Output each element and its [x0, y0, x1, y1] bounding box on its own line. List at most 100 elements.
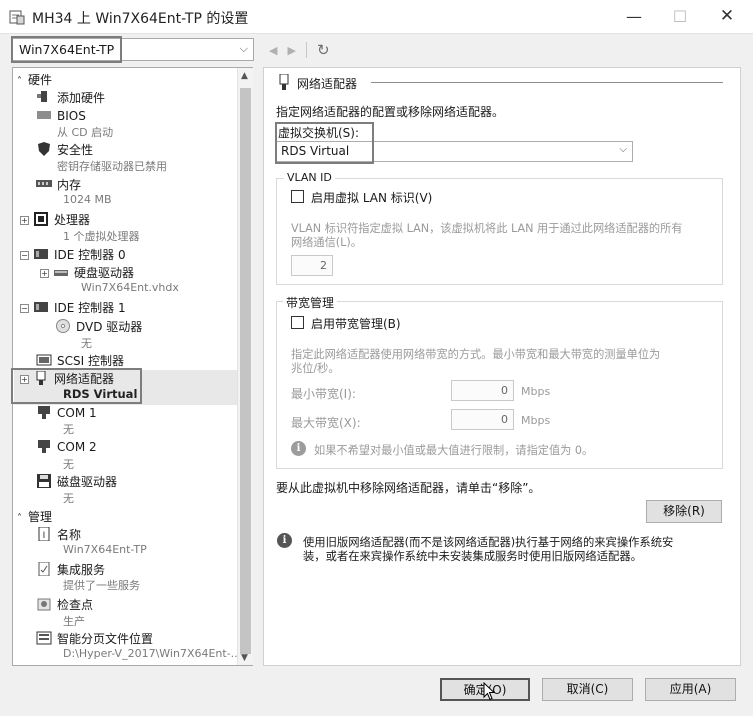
com-port-icon [38, 406, 50, 419]
tree-item-dvd-drive[interactable]: DVD 驱动器 [55, 318, 252, 335]
vlan-help-text-2: 网络通信(L)。 [291, 236, 362, 249]
tree-item-sub: 1 个虚拟处理器 [63, 230, 140, 243]
tree-item-label: 内存 [57, 178, 82, 192]
scroll-down-arrow-icon[interactable]: ▼ [241, 653, 248, 663]
scrollbar-thumb[interactable] [240, 88, 251, 654]
min-bandwidth-label: 最小带宽(I): [291, 387, 356, 401]
remove-button[interactable]: 移除(R) [646, 500, 722, 523]
close-button[interactable]: ✕ [704, 0, 750, 32]
maximize-button[interactable]: ☐ [657, 0, 703, 32]
title-bar: MH34 上 Win7X64Ent-TP 的设置 — ☐ ✕ [0, 0, 753, 34]
tree-item-bios[interactable]: BIOS [36, 108, 252, 123]
apply-button[interactable]: 应用(A) [645, 678, 736, 701]
tree-item-sub: 无 [63, 458, 74, 471]
back-arrow-icon[interactable]: ◀ [269, 44, 277, 57]
tree-item-sub: 1024 MB [63, 193, 112, 206]
refresh-icon[interactable]: ↻ [317, 41, 330, 59]
tree-item-name[interactable]: I 名称 [36, 526, 252, 543]
tree-item-memory[interactable]: 内存 [36, 176, 252, 193]
collapse-icon[interactable]: − [20, 251, 29, 260]
tree-item-checkpoints[interactable]: 检查点 [36, 596, 252, 613]
tree-item-label: IDE 控制器 1 [54, 301, 126, 315]
tree-item-ide-controller-1[interactable]: − IDE 控制器 1 [20, 299, 245, 316]
tree-item-sub: 无 [81, 337, 92, 350]
network-adapter-highlight-frame [11, 368, 142, 404]
tree-section-label: 硬件 [28, 73, 53, 87]
collapse-icon[interactable]: − [20, 304, 29, 313]
tree-item-label: COM 2 [57, 440, 97, 454]
tree-item-ide-controller-0[interactable]: − IDE 控制器 0 [20, 246, 245, 263]
vlan-id-input[interactable]: 2 [291, 255, 333, 276]
processor-icon [34, 212, 48, 226]
enable-vlan-checkbox[interactable] [291, 190, 304, 203]
toolbar-divider [305, 42, 307, 58]
tree-item-label: 检查点 [57, 598, 94, 612]
tree-item-smart-paging[interactable]: 智能分页文件位置 [36, 630, 252, 647]
tree-item-label: BIOS [57, 109, 86, 123]
section-description: 指定网络适配器的配置或移除网络适配器。 [276, 105, 505, 119]
minimize-button[interactable]: — [611, 0, 657, 32]
max-bandwidth-input[interactable]: 0 [451, 409, 514, 430]
bios-chip-icon [37, 111, 51, 119]
shield-icon [38, 142, 50, 156]
tree-item-sub: D:\Hyper-V_2017\Win7X64Ent-... [63, 647, 242, 660]
tree-item-scsi-controller[interactable]: SCSI 控制器 [36, 352, 252, 369]
info-icon: i [291, 441, 306, 456]
cancel-button[interactable]: 取消(C) [542, 678, 633, 701]
tree-item-label: IDE 控制器 0 [54, 248, 126, 262]
expand-icon[interactable]: + [40, 269, 49, 278]
tree-item-add-hardware[interactable]: 添加硬件 [36, 89, 252, 106]
tree-item-processor[interactable]: + 处理器 [20, 211, 245, 228]
tree-item-sub: Win7X64Ent.vhdx [81, 281, 179, 294]
tree-section-hardware[interactable]: ˄ 硬件 [17, 71, 242, 88]
tree-item-label: 集成服务 [57, 563, 106, 577]
max-bandwidth-label: 最大带宽(X): [291, 416, 361, 430]
tree-item-diskette-drive[interactable]: 磁盘驱动器 [36, 473, 252, 490]
chevron-down-icon: ⌵ [239, 42, 248, 55]
max-bandwidth-unit: Mbps [521, 414, 551, 427]
tree-section-management[interactable]: ˄ 管理 [17, 508, 242, 525]
mouse-cursor-icon [483, 682, 495, 701]
tree-item-label: 智能分页文件位置 [57, 632, 154, 646]
collapse-chevron-icon[interactable]: ˄ [17, 513, 22, 524]
svg-text:I: I [43, 531, 46, 541]
enable-vlan-label[interactable]: 启用虚拟 LAN 标识(V) [311, 189, 432, 206]
tree-item-sub: 提供了一些服务 [63, 579, 140, 592]
tree-item-sub: Win7X64Ent-TP [63, 543, 147, 556]
tree-item-label: 磁盘驱动器 [57, 475, 118, 489]
legacy-adapter-note-2: 装，或者在来宾操作系统中未安装集成服务时使用旧版网络适配器。 [303, 550, 642, 563]
remove-instruction: 要从此虚拟机中移除网络适配器，请单击“移除”。 [276, 481, 541, 495]
forward-arrow-icon[interactable]: ▶ [287, 44, 295, 57]
scroll-up-arrow-icon[interactable]: ▲ [241, 71, 248, 81]
floppy-disk-icon [37, 474, 51, 488]
settings-app-icon [9, 10, 25, 25]
section-title-rule [371, 82, 723, 83]
enable-bandwidth-checkbox[interactable] [291, 316, 304, 329]
virtual-switch-highlight-frame [275, 122, 374, 164]
enable-bandwidth-label[interactable]: 启用带宽管理(B) [311, 315, 401, 332]
tree-item-integration-services[interactable]: 集成服务 [36, 561, 252, 578]
collapse-chevron-icon[interactable]: ˄ [17, 76, 22, 87]
network-adapter-icon [279, 74, 289, 90]
min-bandwidth-input[interactable]: 0 [451, 380, 514, 401]
tree-section-label: 管理 [28, 510, 53, 524]
tree-item-sub: 从 CD 启动 [57, 126, 114, 139]
tree-item-com1[interactable]: COM 1 [36, 405, 252, 420]
tree-item-label: 硬盘驱动器 [74, 266, 135, 280]
settings-tree[interactable]: ˄ 硬件 添加硬件 BIOS 从 CD 启动 安全性 密钥存储驱动器已禁用 内存 … [12, 67, 253, 666]
tree-scrollbar[interactable]: ▲ ▼ [237, 68, 253, 665]
tree-item-hard-drive[interactable]: + 硬盘驱动器 [40, 264, 252, 281]
tree-item-label: 添加硬件 [57, 91, 106, 105]
bandwidth-group-legend: 带宽管理 [283, 294, 338, 311]
tree-item-label: COM 1 [57, 406, 97, 420]
bandwidth-help-text: 指定此网络适配器使用网络带宽的方式。最小带宽和最大带宽的测量单位为 [291, 348, 661, 361]
ide-controller-icon [34, 249, 48, 259]
expand-icon[interactable]: + [20, 216, 29, 225]
tree-item-security[interactable]: 安全性 [36, 141, 252, 158]
memory-icon [36, 180, 52, 187]
dvd-disc-icon [56, 319, 70, 333]
tree-item-com2[interactable]: COM 2 [36, 439, 252, 454]
integration-services-icon [38, 562, 50, 576]
navigation-toolbar: ◀ ▶ ↻ [269, 40, 330, 60]
info-icon: i [277, 533, 292, 548]
